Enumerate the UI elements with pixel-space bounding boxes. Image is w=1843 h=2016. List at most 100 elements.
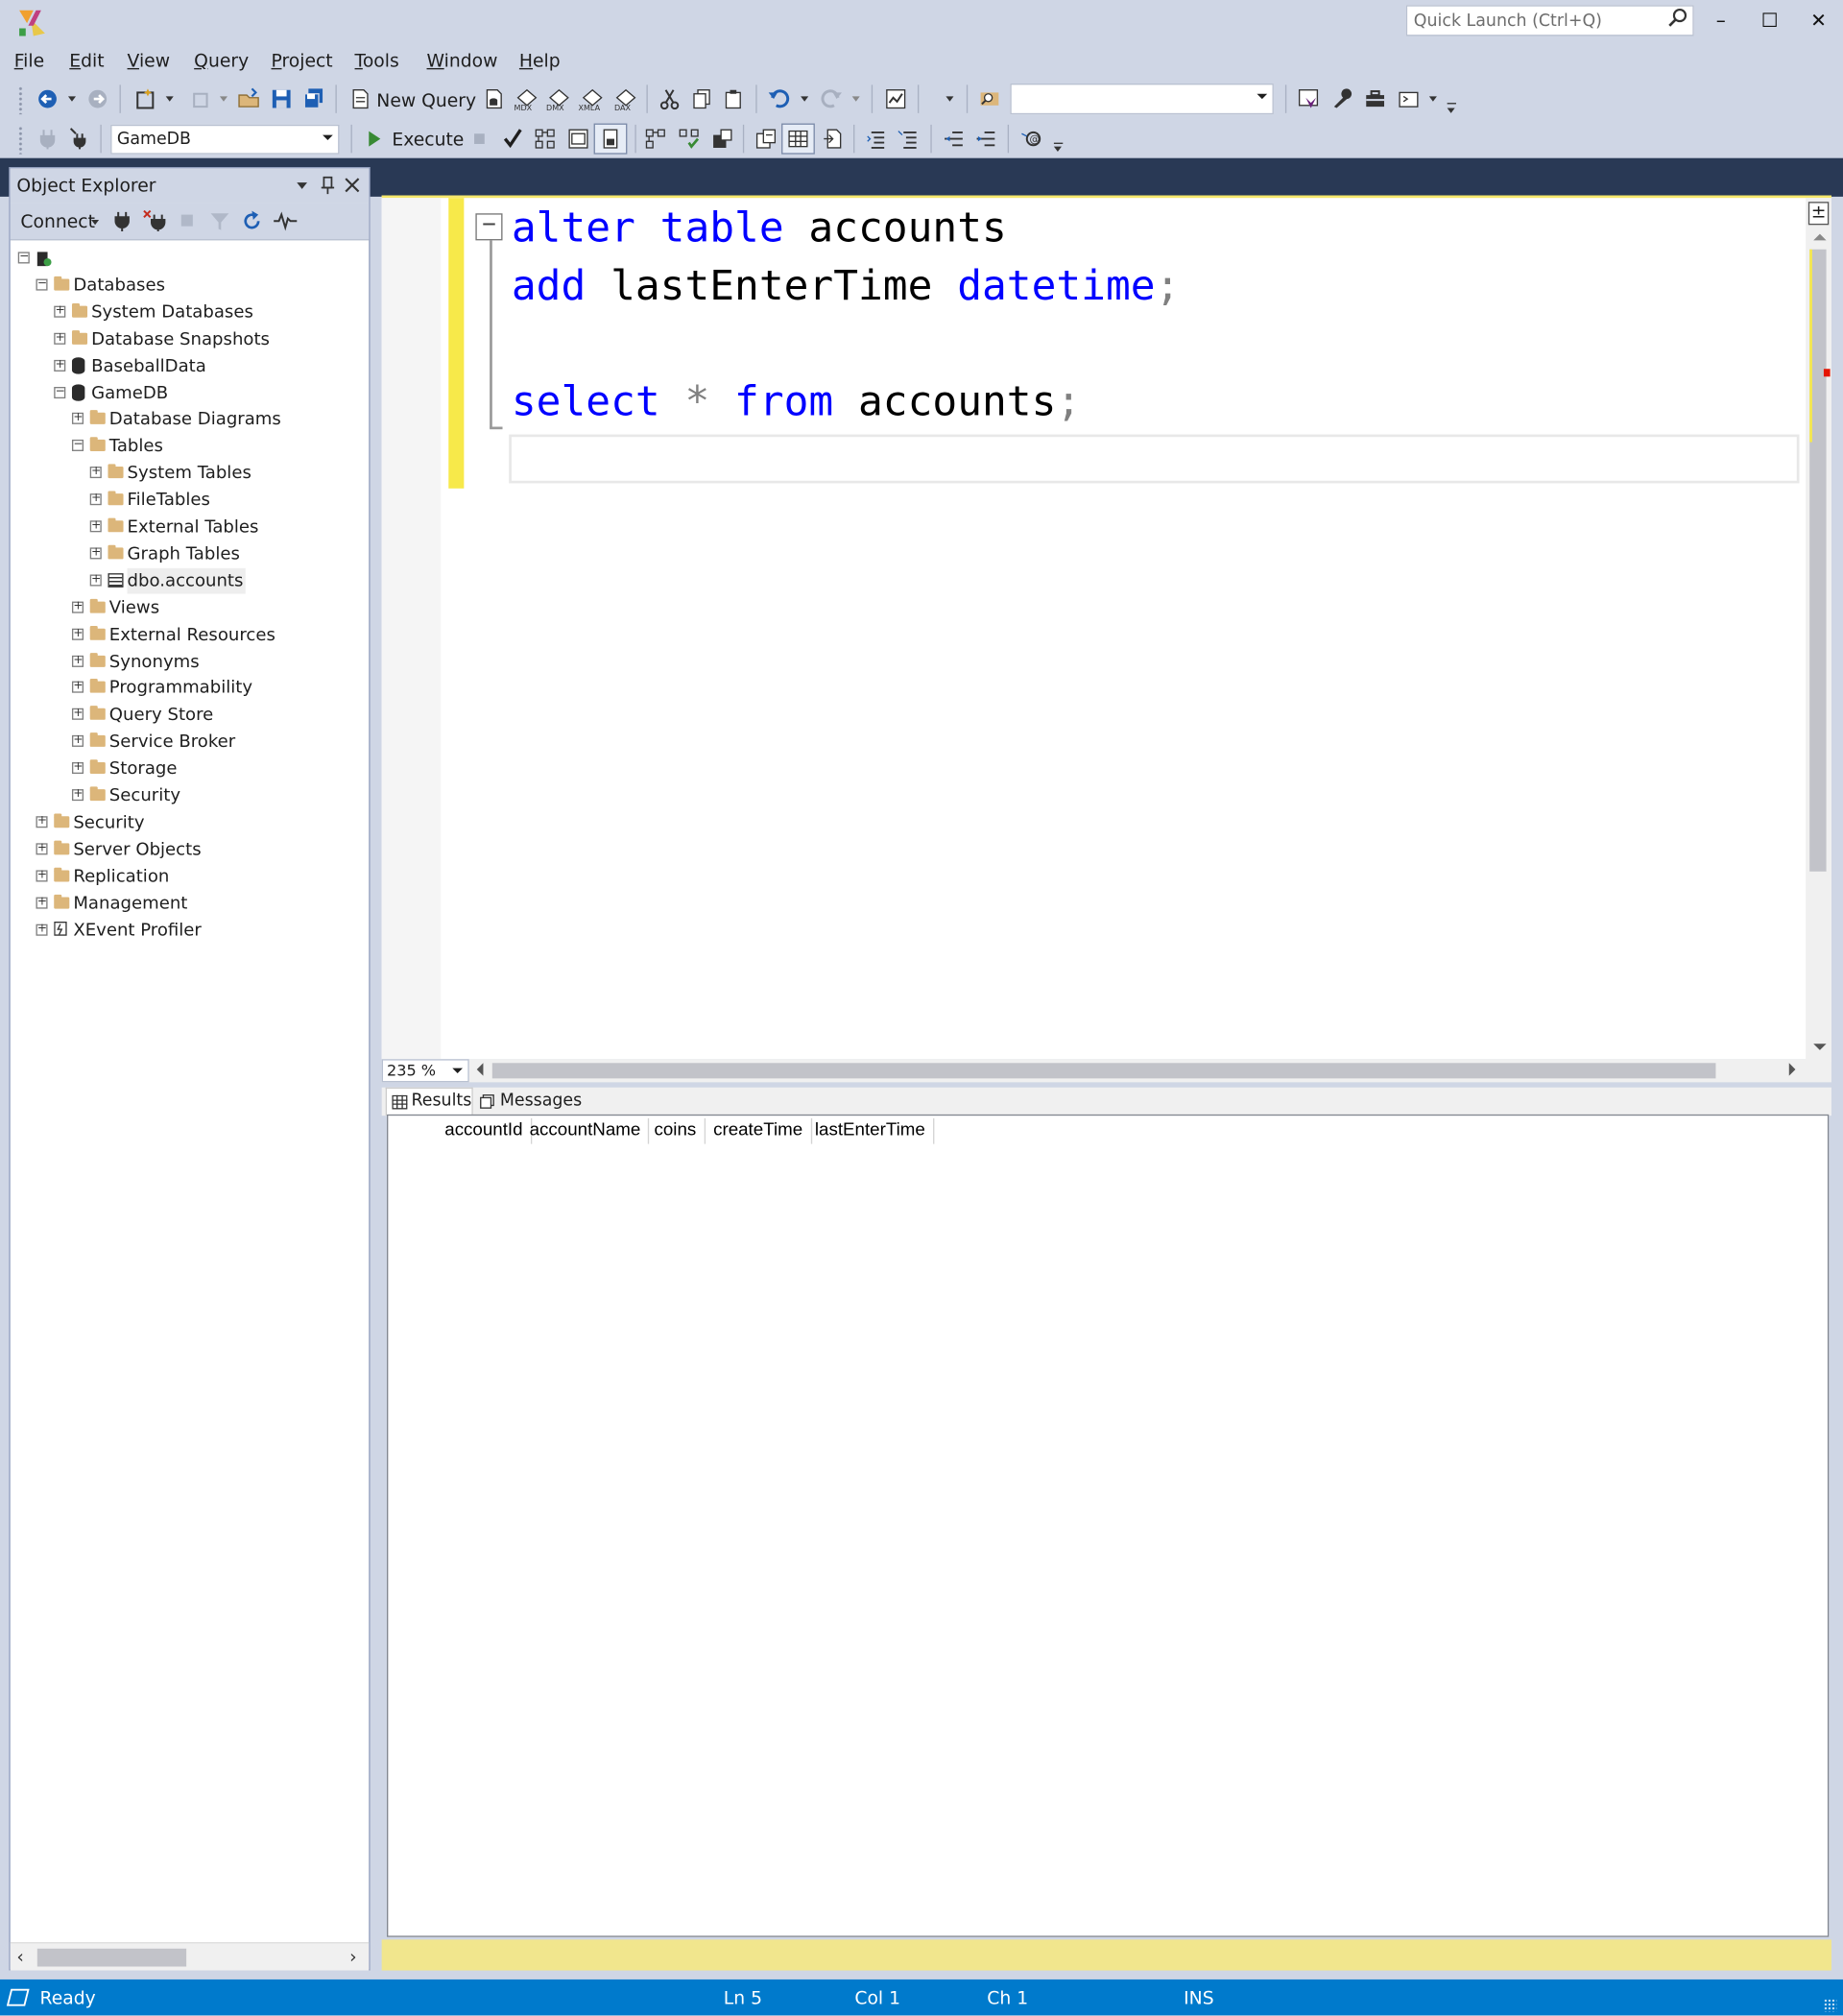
tree-node-baseballdata[interactable]: + BaseballData bbox=[11, 353, 370, 379]
tree-node-xevent-profiler[interactable]: + XEvent Profiler bbox=[11, 917, 370, 943]
cancel-query-icon[interactable] bbox=[474, 133, 485, 144]
execute-button[interactable]: Execute bbox=[392, 130, 464, 150]
scroll-right-icon[interactable]: › bbox=[349, 1947, 357, 1967]
add-dropdown-icon[interactable] bbox=[219, 96, 227, 102]
resize-grip-icon[interactable] bbox=[1823, 1999, 1837, 2012]
cut-icon[interactable] bbox=[657, 86, 682, 112]
visual-studio-icon[interactable] bbox=[1296, 86, 1322, 112]
expand-node-icon[interactable]: + bbox=[36, 896, 48, 909]
toolbar-grip[interactable] bbox=[17, 126, 24, 155]
panel-menu-dropdown-icon[interactable] bbox=[297, 182, 307, 189]
menu-help[interactable]: Help bbox=[519, 52, 561, 72]
scroll-left-icon[interactable] bbox=[476, 1063, 484, 1076]
menu-view[interactable]: View bbox=[128, 52, 170, 72]
client-statistics-icon[interactable] bbox=[709, 126, 735, 152]
collapse-node-icon[interactable]: − bbox=[36, 278, 48, 291]
tree-node-graph-tables[interactable]: + Graph Tables bbox=[11, 541, 370, 567]
output-window-icon[interactable] bbox=[1396, 86, 1422, 112]
decrease-indent-icon[interactable] bbox=[941, 126, 967, 152]
tab-results[interactable]: Results bbox=[385, 1087, 473, 1116]
toolbar-overflow-arrow-icon[interactable] bbox=[1447, 108, 1455, 113]
mdx-query-icon[interactable]: MDX bbox=[513, 86, 540, 112]
toolbar2-overflow-icon[interactable] bbox=[1053, 142, 1064, 144]
results-to-file-icon[interactable] bbox=[820, 126, 846, 152]
tree-node-external-tables[interactable]: + External Tables bbox=[11, 515, 370, 540]
code-line[interactable]: alter table accounts bbox=[512, 202, 1007, 253]
menu-edit[interactable]: Edit bbox=[69, 52, 104, 72]
tree-node-synonyms[interactable]: + Synonyms bbox=[11, 648, 370, 674]
expand-node-icon[interactable]: + bbox=[71, 655, 84, 667]
disconnect-icon[interactable] bbox=[143, 209, 169, 232]
expand-node-icon[interactable]: + bbox=[54, 332, 66, 345]
connect-plug-icon[interactable] bbox=[35, 126, 60, 152]
available-databases-select[interactable]: GameDB bbox=[110, 124, 340, 155]
comment-out-icon[interactable] bbox=[864, 126, 890, 152]
toolbar2-overflow-arrow-icon[interactable] bbox=[1053, 146, 1062, 152]
tree-node-server-objects[interactable]: + Server Objects bbox=[11, 836, 370, 862]
code-line[interactable]: add lastEnterTime datetime; bbox=[512, 259, 1180, 311]
expand-node-icon[interactable]: + bbox=[89, 547, 102, 560]
new-project-icon[interactable] bbox=[132, 86, 158, 112]
tree-horizontal-scrollbar[interactable]: ‹ › bbox=[10, 1942, 370, 1971]
menu-query[interactable]: Query bbox=[194, 52, 249, 72]
expand-node-icon[interactable]: + bbox=[71, 788, 84, 802]
editor-vertical-scrollbar[interactable]: ± bbox=[1806, 198, 1831, 1062]
expand-node-icon[interactable]: + bbox=[89, 574, 102, 587]
expand-node-icon[interactable]: + bbox=[89, 493, 102, 506]
tree-node-filetables[interactable]: + FileTables bbox=[11, 488, 370, 514]
column-header-coins[interactable]: coins bbox=[655, 1117, 706, 1144]
execute-play-icon[interactable] bbox=[369, 131, 381, 147]
minimize-button[interactable]: – bbox=[1699, 4, 1743, 37]
scroll-right-icon[interactable] bbox=[1788, 1063, 1796, 1076]
scroll-down-icon[interactable] bbox=[1813, 1044, 1827, 1050]
increase-indent-icon[interactable] bbox=[973, 126, 999, 152]
split-editor-icon[interactable]: ± bbox=[1807, 202, 1830, 226]
paste-icon[interactable] bbox=[721, 86, 747, 112]
connect-dropdown-icon[interactable] bbox=[91, 219, 100, 226]
expand-node-icon[interactable]: + bbox=[54, 359, 66, 372]
undo-icon[interactable] bbox=[766, 86, 792, 112]
expand-node-icon[interactable]: + bbox=[36, 815, 48, 828]
forward-icon[interactable] bbox=[84, 86, 110, 112]
results-to-text-icon[interactable] bbox=[754, 126, 779, 152]
scrollbar-thumb[interactable] bbox=[491, 1063, 1716, 1079]
results-grid[interactable]: accountId accountName coins createTime lastE… bbox=[387, 1114, 1830, 1937]
menu-tools[interactable]: Tools bbox=[355, 52, 399, 72]
undo-dropdown-icon[interactable] bbox=[801, 96, 809, 102]
maximize-button[interactable]: ☐ bbox=[1748, 4, 1792, 37]
include-actual-plan-icon[interactable] bbox=[642, 126, 668, 152]
tree-node-security[interactable]: + Security bbox=[11, 809, 370, 835]
toolbar-overflow-icon[interactable] bbox=[1447, 103, 1456, 105]
save-all-icon[interactable] bbox=[300, 86, 326, 112]
menu-project[interactable]: Project bbox=[272, 52, 333, 72]
tree-node-system-tables[interactable]: + System Tables bbox=[11, 461, 370, 487]
scroll-left-icon[interactable]: ‹ bbox=[16, 1947, 24, 1967]
new-query-icon[interactable] bbox=[347, 86, 373, 112]
tree-node-views[interactable]: + Views bbox=[11, 594, 370, 620]
code-line[interactable]: select * from accounts; bbox=[512, 375, 1081, 427]
change-connection-icon[interactable] bbox=[67, 126, 93, 152]
column-header-lastentertime[interactable]: lastEnterTime bbox=[815, 1117, 935, 1144]
query-options-icon[interactable] bbox=[565, 126, 591, 152]
uncomment-icon[interactable] bbox=[896, 126, 922, 152]
tree-node-management[interactable]: + Management bbox=[11, 890, 370, 916]
scrollbar-thumb[interactable] bbox=[36, 1948, 187, 1967]
collapse-region-icon[interactable]: − bbox=[475, 213, 503, 241]
pin-icon[interactable] bbox=[319, 175, 337, 195]
expand-node-icon[interactable]: + bbox=[36, 869, 48, 882]
tree-node-security[interactable]: + Security bbox=[11, 782, 370, 808]
display-estimated-plan-icon[interactable] bbox=[532, 126, 558, 152]
expand-node-icon[interactable]: + bbox=[71, 628, 84, 640]
zoom-select[interactable]: 235 % bbox=[381, 1059, 469, 1083]
toolbox-icon[interactable] bbox=[1362, 86, 1388, 112]
tree-node-query-store[interactable]: + Query Store bbox=[11, 702, 370, 728]
new-query-button[interactable]: New Query bbox=[376, 91, 476, 111]
tree-node-system-databases[interactable]: + System Databases bbox=[11, 300, 370, 325]
expand-node-icon[interactable]: + bbox=[89, 467, 102, 479]
save-icon[interactable] bbox=[269, 86, 295, 112]
expand-node-icon[interactable]: + bbox=[71, 413, 84, 425]
expand-node-icon[interactable]: + bbox=[71, 681, 84, 694]
column-header-accountname[interactable]: accountName bbox=[530, 1117, 650, 1144]
copy-icon[interactable] bbox=[689, 86, 715, 112]
stop-icon[interactable] bbox=[180, 214, 193, 227]
